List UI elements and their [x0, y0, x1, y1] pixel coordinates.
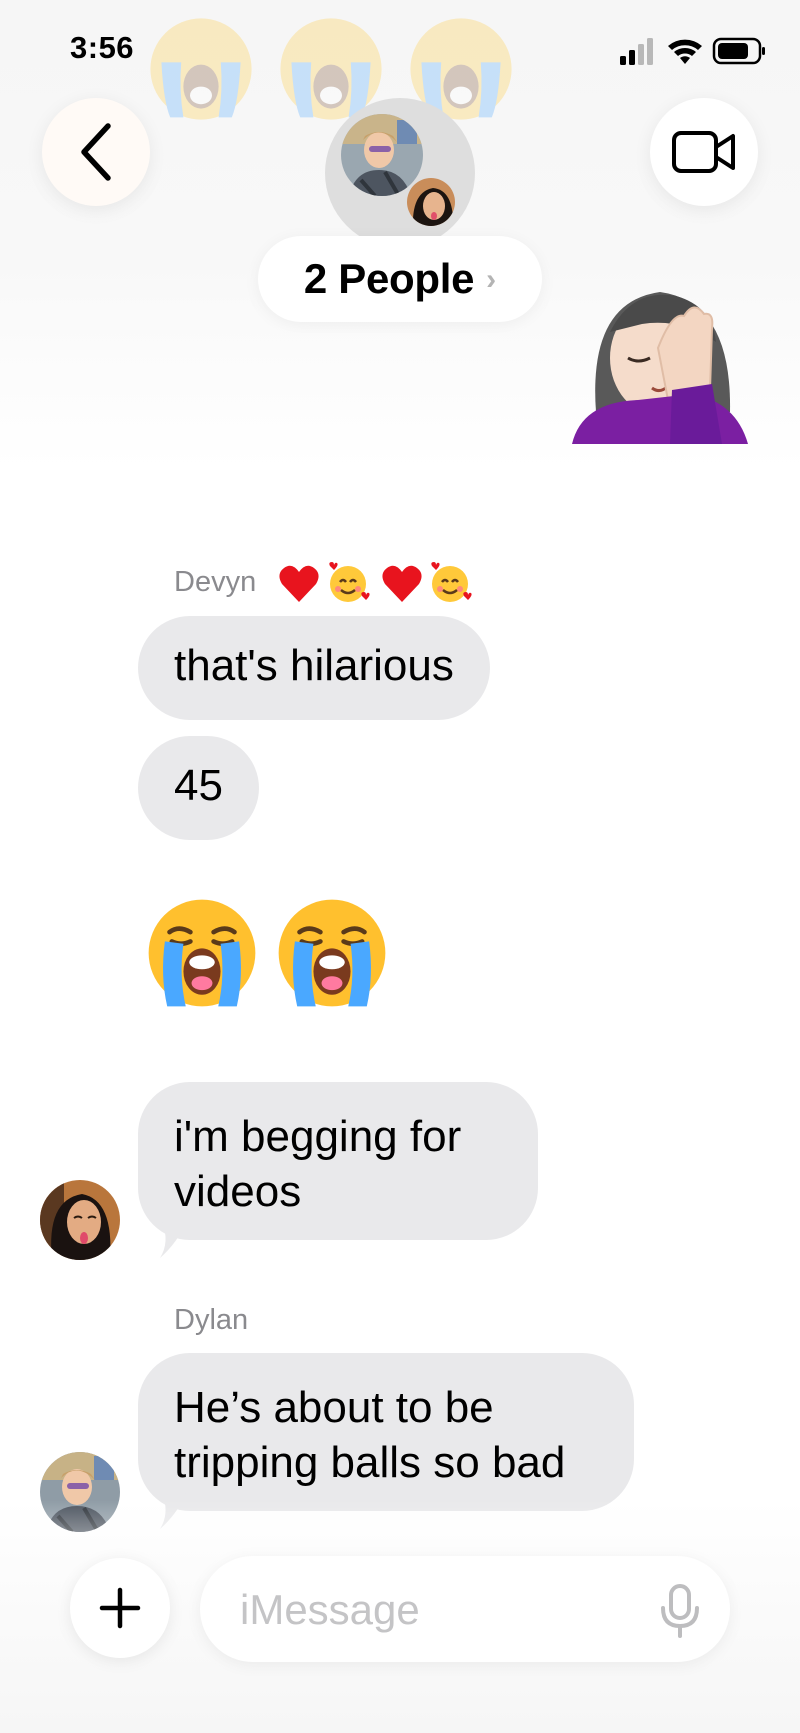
- chevron-left-icon: [81, 123, 111, 181]
- apps-plus-button[interactable]: [70, 1558, 170, 1658]
- cellular-signal-icon: [620, 38, 653, 65]
- message-bubble[interactable]: 45: [138, 736, 259, 840]
- sender-name: Dylan: [174, 1304, 249, 1336]
- avatar-devyn[interactable]: [40, 1180, 120, 1260]
- smiling-face-with-hearts-icon: [329, 562, 370, 602]
- message-text-line: He’s about to be: [174, 1383, 494, 1432]
- sender-name: Devyn: [174, 566, 257, 598]
- battery-icon: [712, 37, 765, 65]
- group-name: 2 People: [303, 255, 475, 302]
- microphone-icon[interactable]: [655, 1580, 705, 1640]
- facepalm-memoji-sticker[interactable]: [572, 262, 752, 444]
- message-bubble[interactable]: i'm begging for videos: [138, 1082, 538, 1240]
- video-camera-icon: [672, 131, 735, 173]
- red-heart-icon: [279, 565, 319, 602]
- smiling-face-with-hearts-icon: [431, 562, 472, 602]
- wifi-icon: [668, 39, 702, 64]
- chevron-right-icon: ›: [486, 263, 497, 296]
- bubble-tail: [160, 1222, 186, 1258]
- message-text-line: tripping balls so bad: [174, 1438, 566, 1487]
- plus-icon: [99, 1587, 141, 1629]
- loudly-crying-face-icon: [278, 899, 386, 1007]
- avatar-devyn: [405, 176, 457, 228]
- group-avatar[interactable]: [325, 98, 475, 248]
- message-text: 45: [174, 761, 223, 810]
- message-text-line: videos: [174, 1167, 302, 1216]
- group-name-button[interactable]: 2 People ›: [258, 236, 542, 322]
- message-bubble[interactable]: He’s about to be tripping balls so bad: [138, 1353, 634, 1511]
- loudly-crying-face-icon: [148, 899, 256, 1007]
- message-text: that's hilarious: [174, 641, 454, 690]
- message-input-container[interactable]: [200, 1556, 730, 1662]
- red-heart-icon: [382, 565, 422, 602]
- message-bubble[interactable]: that's hilarious: [138, 616, 490, 720]
- status-icons: [620, 37, 765, 65]
- message-text-line: i'm begging for: [174, 1112, 462, 1161]
- message-input[interactable]: [240, 1582, 630, 1638]
- tapback-reactions[interactable]: [278, 560, 478, 606]
- crying-emoji-echo-icon: [150, 18, 252, 120]
- back-button[interactable]: [42, 98, 150, 206]
- facetime-button[interactable]: [650, 98, 758, 206]
- status-time: 3:56: [70, 30, 135, 65]
- conversation-screen: 3:56 2 People › Devyn that's hilarious 4…: [0, 0, 800, 1733]
